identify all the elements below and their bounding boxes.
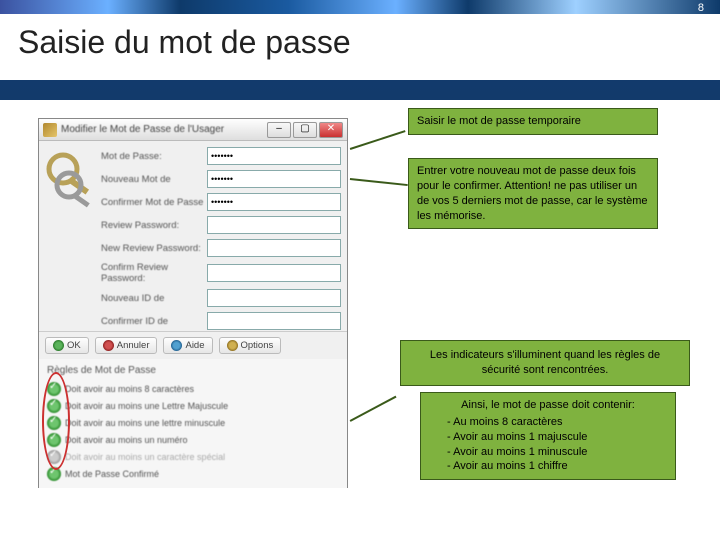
page-number: 8 bbox=[698, 2, 704, 14]
new-id-input[interactable] bbox=[207, 289, 341, 307]
callout-pointer bbox=[350, 178, 408, 186]
check-icon bbox=[47, 399, 61, 413]
check-icon bbox=[47, 450, 61, 464]
callout-pointer bbox=[350, 396, 397, 422]
cancel-button[interactable]: Annuler bbox=[95, 337, 158, 354]
rule-item: Mot de Passe Confirmé bbox=[47, 465, 339, 482]
confirm-review-password-input[interactable] bbox=[207, 264, 341, 282]
callout-pointer bbox=[350, 130, 406, 149]
keys-illustration bbox=[39, 141, 101, 331]
dialog-title: Modifier le Mot de Passe de l'Usager bbox=[61, 124, 263, 135]
close-button[interactable]: ✕ bbox=[319, 122, 343, 138]
field-label: Confirmer ID de bbox=[101, 316, 207, 327]
rule-item: Doit avoir au moins un numéro bbox=[47, 431, 339, 448]
fields-area: Mot de Passe: Nouveau Mot de Confirmer M… bbox=[101, 141, 347, 331]
field-label: Nouveau Mot de bbox=[101, 174, 207, 185]
callout-requirements-item: - Avoir au moins 1 majuscule bbox=[429, 430, 667, 445]
check-icon bbox=[47, 382, 61, 396]
slide-title: Saisie du mot de passe bbox=[18, 24, 351, 61]
field-label: Confirm Review Password: bbox=[101, 262, 207, 284]
confirm-password-input[interactable] bbox=[207, 193, 341, 211]
password-rules-panel: Règles de Mot de Passe Doit avoir au moi… bbox=[39, 359, 347, 488]
new-review-password-input[interactable] bbox=[207, 239, 341, 257]
field-label: New Review Password: bbox=[101, 243, 207, 254]
keys-icon bbox=[43, 123, 57, 137]
options-icon bbox=[227, 340, 238, 351]
field-label: Review Password: bbox=[101, 220, 207, 231]
slide-header: 8 Saisie du mot de passe bbox=[0, 0, 720, 100]
callout-requirements-item: - Au moins 8 caractères bbox=[429, 415, 667, 430]
rule-item: Doit avoir au moins une lettre minuscule bbox=[47, 414, 339, 431]
new-password-input[interactable] bbox=[207, 170, 341, 188]
check-icon bbox=[47, 433, 61, 447]
dialog-titlebar: Modifier le Mot de Passe de l'Usager – ▢… bbox=[39, 119, 347, 141]
check-icon bbox=[53, 340, 64, 351]
slide-content: Modifier le Mot de Passe de l'Usager – ▢… bbox=[0, 100, 720, 540]
callout-new-password: Entrer votre nouveau mot de passe deux f… bbox=[408, 158, 658, 229]
options-button[interactable]: Options bbox=[219, 337, 282, 354]
callout-requirements-title: Ainsi, le mot de passe doit contenir: bbox=[429, 398, 667, 413]
help-icon bbox=[171, 340, 182, 351]
rule-item: Doit avoir au moins un caractère spécial bbox=[47, 448, 339, 465]
callout-requirements: Ainsi, le mot de passe doit contenir: - … bbox=[420, 392, 676, 480]
field-label: Confirmer Mot de Passe bbox=[101, 197, 207, 208]
field-label: Nouveau ID de bbox=[101, 293, 207, 304]
review-password-input[interactable] bbox=[207, 216, 341, 234]
cancel-icon bbox=[103, 340, 114, 351]
check-icon bbox=[47, 467, 61, 481]
rule-item: Doit avoir au moins 8 caractères bbox=[47, 380, 339, 397]
callout-requirements-item: - Avoir au moins 1 minuscule bbox=[429, 445, 667, 460]
confirm-id-input[interactable] bbox=[207, 312, 341, 330]
rule-item: Doit avoir au moins une Lettre Majuscule bbox=[47, 397, 339, 414]
callout-indicators: Les indicateurs s'illuminent quand les r… bbox=[400, 340, 690, 386]
help-button[interactable]: Aide bbox=[163, 337, 212, 354]
dialog-button-bar: OK Annuler Aide Options bbox=[39, 331, 347, 359]
field-label: Mot de Passe: bbox=[101, 151, 207, 162]
maximize-button[interactable]: ▢ bbox=[293, 122, 317, 138]
callout-requirements-item: - Avoir au moins 1 chiffre bbox=[429, 459, 667, 474]
current-password-input[interactable] bbox=[207, 147, 341, 165]
callout-temp-password: Saisir le mot de passe temporaire bbox=[408, 108, 658, 135]
minimize-button[interactable]: – bbox=[267, 122, 291, 138]
check-icon bbox=[47, 416, 61, 430]
password-dialog: Modifier le Mot de Passe de l'Usager – ▢… bbox=[38, 118, 348, 488]
rules-heading: Règles de Mot de Passe bbox=[47, 365, 339, 376]
ok-button[interactable]: OK bbox=[45, 337, 89, 354]
